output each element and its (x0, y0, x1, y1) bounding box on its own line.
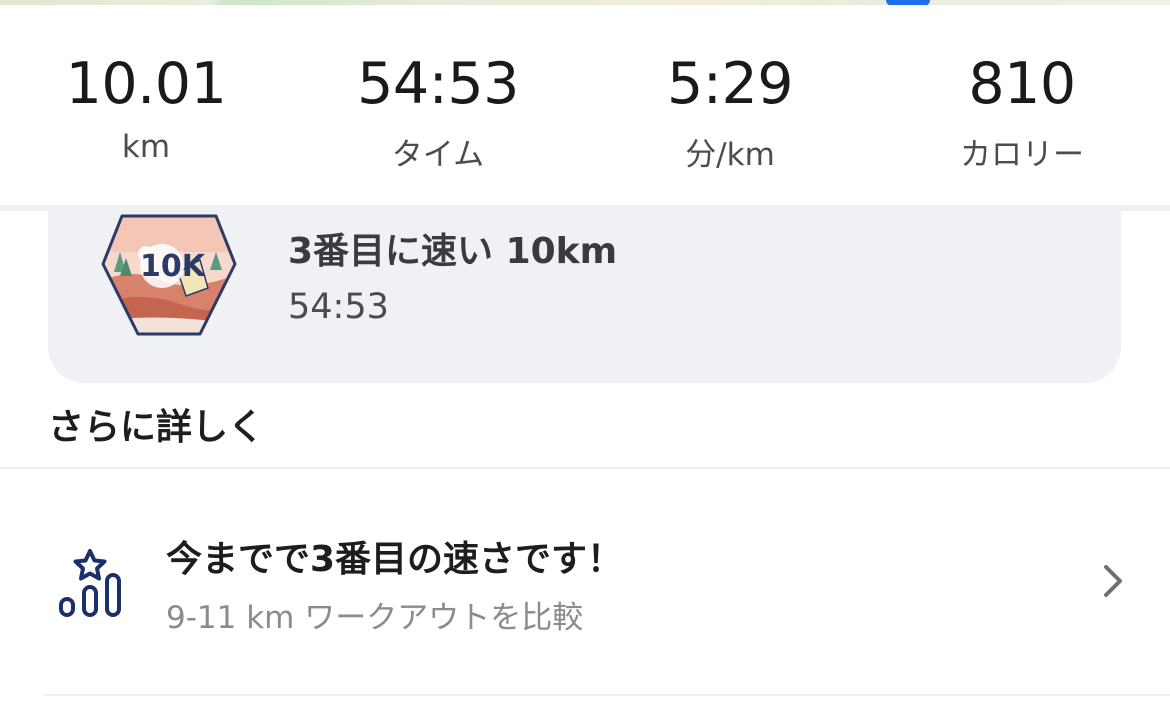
ranking-star-icon (59, 549, 121, 617)
stat-label: タイム (391, 137, 485, 173)
10k-badge-icon: 10K (101, 214, 237, 336)
section-title-more-details: さらに詳しく (48, 407, 265, 448)
compare-subtitle: 9-11 km ワークアウトを比較 (166, 600, 584, 636)
stat-label: km (121, 129, 171, 165)
stats-row: 10.01 km 54:53 タイム 5:29 分/km 810 カロリー (0, 5, 1170, 205)
workout-summary-screen: 10.01 km 54:53 タイム 5:29 分/km 810 カロリー 10… (0, 0, 1170, 701)
stat-value: 5:29 (667, 51, 794, 117)
stat-label: 分/km (685, 137, 775, 173)
achievement-time: 54:53 (288, 287, 389, 327)
badge-label: 10K (140, 249, 207, 284)
stat-value: 810 (968, 51, 1076, 117)
stat-value: 54:53 (357, 51, 519, 117)
achievement-title: 3番目に速い 10km (288, 231, 618, 272)
chevron-right-icon[interactable] (1098, 561, 1128, 601)
stat-value: 10.01 (65, 51, 227, 117)
compare-title: 今までで3番目の速さです！ (166, 539, 624, 580)
divider (44, 694, 1170, 696)
stat-label: カロリー (960, 137, 1084, 173)
